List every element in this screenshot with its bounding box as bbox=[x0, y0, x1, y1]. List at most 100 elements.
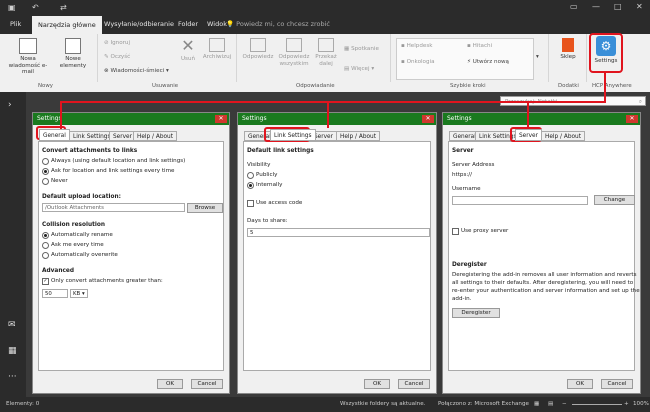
username-input[interactable] bbox=[452, 196, 588, 205]
highlight-settings bbox=[589, 33, 623, 73]
reading-view-icon[interactable]: ▤ bbox=[548, 401, 553, 407]
visibility-label: Visibility bbox=[247, 162, 271, 168]
dialog-title-text: Settings bbox=[447, 115, 472, 122]
store-label: Sklep bbox=[560, 54, 576, 60]
tab-view[interactable]: Widok bbox=[207, 20, 227, 28]
ignore-button[interactable]: ⊘ Ignoruj bbox=[104, 40, 130, 46]
size-unit-value: KB bbox=[73, 291, 81, 297]
calendar-icon[interactable]: ▦ bbox=[8, 346, 17, 356]
normal-view-icon[interactable]: ▦ bbox=[534, 401, 539, 407]
more-button[interactable]: ▤ Więcej ▾ bbox=[344, 66, 374, 72]
new-items-button[interactable]: Nowe elementy bbox=[54, 38, 92, 69]
proxy-checkbox[interactable] bbox=[452, 228, 459, 235]
upload-location-input[interactable]: /Outlook Attachments bbox=[42, 203, 185, 212]
radio-never-label: Never bbox=[51, 178, 68, 184]
quick-step-onkologia[interactable]: ▪ Onkologia bbox=[401, 59, 435, 65]
deregister-text-line: add-in. bbox=[452, 296, 472, 302]
server-heading: Server bbox=[452, 148, 474, 154]
zoom-in-icon[interactable]: + bbox=[624, 401, 629, 407]
cancel-button[interactable]: Cancel bbox=[601, 379, 633, 389]
meeting-button[interactable]: ▦ Spotkanie bbox=[344, 46, 379, 52]
new-email-button[interactable]: Nowa wiadomość e-mail bbox=[4, 38, 52, 76]
minimize-icon[interactable]: — bbox=[592, 2, 600, 11]
more-apps-icon[interactable]: ··· bbox=[8, 372, 17, 382]
radio-internally[interactable] bbox=[247, 182, 254, 189]
radio-always[interactable] bbox=[42, 158, 49, 165]
archive-icon bbox=[209, 38, 225, 52]
group-label-quick-steps: Szybkie kroki bbox=[450, 83, 486, 89]
days-label: Days to share: bbox=[247, 218, 288, 224]
quick-step-helpdesk[interactable]: ▪ Helpdesk bbox=[401, 43, 432, 49]
browse-button[interactable]: Browse bbox=[187, 203, 223, 213]
days-input[interactable]: 5 bbox=[247, 228, 430, 237]
zoom-slider[interactable] bbox=[572, 404, 622, 405]
size-unit-select[interactable]: KB ▾ bbox=[70, 289, 88, 298]
change-button[interactable]: Change bbox=[594, 195, 635, 205]
deregister-text-line: re-enter your authentication and server … bbox=[452, 288, 640, 294]
tab-plik[interactable]: Plik bbox=[10, 20, 21, 28]
tab-home[interactable]: Narzędzia główne bbox=[32, 16, 102, 34]
close-icon[interactable]: ✕ bbox=[422, 115, 434, 123]
radio-rename[interactable] bbox=[42, 232, 49, 239]
close-icon[interactable]: ✕ bbox=[626, 115, 638, 123]
ribbon-display-icon[interactable]: ▭ bbox=[570, 2, 578, 11]
tab-help-about[interactable]: Help / About bbox=[336, 131, 380, 141]
radio-overwrite[interactable] bbox=[42, 252, 49, 259]
maximize-icon[interactable]: □ bbox=[614, 2, 622, 11]
redo-icon[interactable]: ⇄ bbox=[60, 3, 67, 12]
radio-ask-every-label: Ask me every time bbox=[51, 242, 104, 248]
mail-icon[interactable]: ✉ bbox=[8, 320, 16, 330]
delete-button[interactable]: ✕ Usuń bbox=[176, 38, 200, 63]
tab-help-about[interactable]: Help / About bbox=[541, 131, 585, 141]
dialog-title: Settings ✕ bbox=[443, 113, 640, 125]
reply-all-button[interactable]: Odpowiedz wszystkim bbox=[276, 38, 312, 67]
size-threshold-checkbox[interactable]: ✓ bbox=[42, 278, 49, 285]
radio-publicly[interactable] bbox=[247, 172, 254, 179]
cancel-button[interactable]: Cancel bbox=[191, 379, 223, 389]
deregister-text-line: all settings to their defaults. After de… bbox=[452, 280, 634, 286]
radio-ask-every[interactable] bbox=[42, 242, 49, 249]
reply-button[interactable]: Odpowiedz bbox=[240, 38, 276, 61]
access-code-checkbox[interactable] bbox=[247, 200, 254, 207]
tab-send-receive[interactable]: Wysyłanie/odbieranie bbox=[104, 20, 174, 28]
forward-icon bbox=[318, 38, 334, 52]
close-icon[interactable]: ✕ bbox=[636, 2, 643, 11]
tab-folder[interactable]: Folder bbox=[178, 20, 198, 28]
tell-me-search[interactable]: 💡 Powiedz mi, co chcesz zrobić bbox=[226, 20, 330, 28]
undo-icon[interactable]: ↶ bbox=[32, 3, 39, 12]
forward-button[interactable]: Przekaż dalej bbox=[312, 38, 340, 67]
tab-server[interactable]: Server bbox=[515, 129, 543, 141]
group-label-respond: Odpowiadanie bbox=[296, 83, 335, 89]
reply-label: Odpowiedz bbox=[242, 54, 274, 60]
ok-button[interactable]: OK bbox=[364, 379, 390, 389]
new-email-label: Nowa wiadomość e-mail bbox=[8, 56, 48, 75]
tab-server[interactable]: Server bbox=[109, 131, 137, 141]
cleanup-button[interactable]: ✎ Oczyść bbox=[104, 54, 130, 60]
quick-step-create[interactable]: ⚡ Utwórz nową bbox=[467, 59, 509, 65]
quick-steps-box: ▪ Helpdesk ▪ Hitachi ▪ Onkologia ⚡ Utwór… bbox=[396, 38, 534, 80]
store-button[interactable]: Sklep bbox=[554, 38, 582, 61]
tab-help-about[interactable]: Help / About bbox=[133, 131, 177, 141]
save-icon[interactable]: ▣ bbox=[8, 3, 16, 12]
close-icon[interactable]: ✕ bbox=[215, 115, 227, 123]
radio-never[interactable] bbox=[42, 178, 49, 185]
junk-button[interactable]: ⊗ Wiadomości-śmieci ▾ bbox=[104, 68, 169, 74]
radio-ask-label: Ask for location and link settings every… bbox=[51, 168, 175, 174]
archive-button[interactable]: Archiwizuj bbox=[202, 38, 232, 61]
zoom-out-icon[interactable]: − bbox=[562, 401, 567, 407]
ignore-label: Ignoruj bbox=[110, 40, 131, 46]
tab-general[interactable]: General bbox=[39, 129, 70, 141]
cancel-button[interactable]: Cancel bbox=[398, 379, 430, 389]
tab-link-settings[interactable]: Link Settings bbox=[69, 131, 115, 141]
search-icon: ⌕ bbox=[638, 99, 642, 105]
deregister-button[interactable]: Deregister bbox=[452, 308, 500, 318]
radio-ask[interactable] bbox=[42, 168, 49, 175]
tab-link-settings[interactable]: Link Settings bbox=[270, 129, 316, 141]
ok-button[interactable]: OK bbox=[157, 379, 183, 389]
forward-label: Przekaż dalej bbox=[315, 54, 337, 67]
expand-pane-icon[interactable]: › bbox=[8, 100, 12, 110]
quick-step-hitachi[interactable]: ▪ Hitachi bbox=[467, 43, 492, 49]
size-input[interactable]: 50 bbox=[42, 289, 68, 298]
quick-steps-more-icon[interactable]: ▾ bbox=[536, 54, 539, 60]
ok-button[interactable]: OK bbox=[567, 379, 593, 389]
